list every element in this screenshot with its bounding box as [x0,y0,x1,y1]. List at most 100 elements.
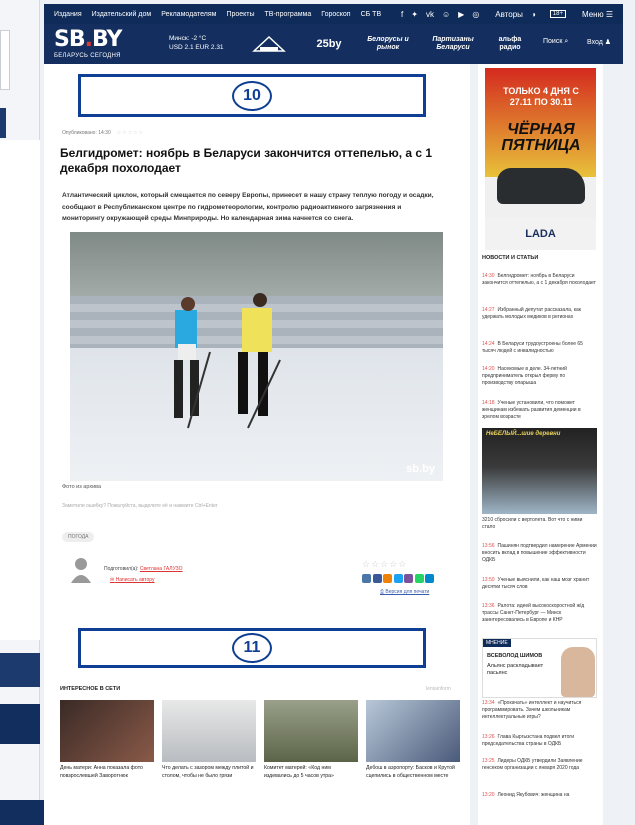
news-text: Ралота: идеей высокоскоростной ж/д трасс… [482,603,585,624]
news-item[interactable]: 13:25 Лидеры ОДКБ утвердили Заявление ген… [482,758,597,772]
news-item[interactable]: 13:56 Пашинян подтвердил намерение Армени… [482,543,597,565]
partner-belorusy[interactable]: Белорусы и рынок [362,30,414,58]
news-text: Ученые установили, что поможет женщинам … [482,400,581,421]
print-version-link[interactable]: ⎙ Версия для печати [380,589,429,595]
nav-item-publishing-house[interactable]: Издательский дом [92,11,152,18]
news-item[interactable]: 13:36 Ралота: идеей высокоскоростной ж/д … [482,603,597,625]
background-block [0,30,10,90]
partner-25by[interactable]: 25by [309,30,349,58]
network-card[interactable]: Что делать с зазором между плитой и стол… [162,700,256,780]
news-text: Лидеры ОДКБ утвердили Заявление генсеком… [482,758,583,772]
share-twitter-icon[interactable] [393,574,403,583]
sidebar-photo[interactable]: НеБЕЛЫЙ...шие деревни [482,428,597,514]
partner-emblem[interactable] [249,30,289,58]
news-item[interactable]: 13:50 Ученые выяснили, как наш мозг храни… [482,577,597,591]
theme-toggle-icon[interactable]: ◑ [531,10,536,19]
vk-icon[interactable]: vk [426,10,434,19]
article-rating-icon[interactable]: ☆☆☆☆☆ [362,559,407,570]
ad-banner-top[interactable]: 10 [78,74,426,117]
nav-item-tv-program[interactable]: ТВ-программа [265,11,312,18]
author-avatar [70,557,92,583]
news-item[interactable]: 3210 сбросили с вертолета. Вот что с ним… [482,517,597,531]
news-text: Белгидромет: ноябрь в Беларуси закончитс… [482,273,596,287]
ad-banner-bottom[interactable]: 11 [78,628,426,668]
twitter-icon[interactable]: ✦ [411,10,418,19]
menu-button[interactable]: Меню ☰ [582,10,613,19]
background-block [0,108,6,138]
youtube-icon[interactable]: ▶ [458,10,464,19]
banner-number: 10 [232,80,272,111]
news-time: 14:18 [482,400,495,406]
network-card-image [162,700,256,762]
share-facebook-icon[interactable] [372,574,382,583]
news-item[interactable]: 14:30 Белгидромет: ноябрь в Беларуси зако… [482,273,597,287]
sidebar-ad-lada[interactable]: ТОЛЬКО 4 ДНЯ С 27.11 ПО 30.11 ЧЁРНАЯ ПЯТ… [485,68,596,250]
login-label: Вход [587,39,603,46]
error-report-note: Заметили ошибку? Пожалуйста, выделите её… [62,503,218,509]
site-logo[interactable]: SB.BY [54,27,122,52]
news-time: 13:20 [482,792,495,798]
news-time: 14:24 [482,341,495,347]
partner-alfa-radio[interactable]: альфа радио [488,30,532,58]
authors-link[interactable]: Авторы [495,10,523,19]
network-card[interactable]: Комитет матерей: «Код ним издевались до … [264,700,358,780]
news-time: 13:34 [482,700,495,706]
news-item[interactable]: 13:20 Леонид Якубович: женщина на [482,792,597,799]
network-heading: ИНТЕРЕСНОЕ В СЕТИ [60,686,121,692]
network-card[interactable]: Дебош в аэропорту: Басков и Крутой сцепи… [366,700,460,780]
opinion-author-photo [561,647,595,697]
write-author-link[interactable]: ✉ Написать автору [110,577,155,583]
login-button[interactable]: Вход ♟ [587,38,611,46]
nav-item-horoscope[interactable]: Гороскоп [321,11,350,18]
news-text: Ученые выяснили, как наш мозг хранит дес… [482,577,590,591]
share-vk-icon[interactable] [362,574,371,583]
article-lead: Атлантический циклон, который смещается … [62,192,434,222]
network-card[interactable]: День матери: Анна показала фото повзросл… [60,700,154,780]
share-telegram-icon[interactable] [425,574,434,583]
nav-item-sb-tv[interactable]: СБ ТВ [361,11,382,18]
facebook-icon[interactable]: f [401,10,403,19]
news-text: Избранный депутат рассказала, как удержа… [482,307,581,321]
news-text: 3210 сбросили с вертолета. Вот что с ним… [482,517,583,531]
news-text: «Прокачать» интеллект и научиться програ… [482,700,582,721]
age-rating-badge: 18+ [549,10,566,18]
news-item[interactable]: 14:20 Насекомые в деле. 34-летний предпри… [482,366,597,388]
tag-weather[interactable]: ПОГОДА [62,532,95,542]
news-time: 13:56 [482,543,495,549]
opinion-quote: Альянс раскладывает пасьянс [487,663,544,676]
news-time: 13:25 [482,758,495,764]
publish-date: Опубликовано: 14:30 [62,130,111,136]
news-item[interactable]: 13:26 Глава Кыргызстана подвел итоги пред… [482,734,597,748]
opinion-label: МНЕНИЕ [483,639,511,647]
search-button[interactable]: Поиск ⌕ [543,38,568,46]
news-item[interactable]: 13:34 «Прокачать» интеллект и научиться п… [482,700,597,722]
share-whatsapp-icon[interactable] [414,574,424,583]
nav-item-projects[interactable]: Проекты [226,11,254,18]
news-item[interactable]: 14:27 Избранный депутат рассказала, как у… [482,307,597,321]
skiers-figures [174,293,281,429]
network-card-text: Дебош в аэропорту: Басков и Крутой сцепи… [366,765,455,779]
share-viber-icon[interactable] [404,574,413,583]
weather-widget: Минск: -2 °C USD 2.1 EUR 2.31 [169,34,224,52]
banner-number: 11 [232,633,272,663]
odnoklassniki-icon[interactable]: ☺ [442,10,450,19]
partner-partizany[interactable]: Партизаны Беларуси [422,30,484,58]
share-buttons [362,574,434,583]
ad-dates: ТОЛЬКО 4 ДНЯ С 27.11 ПО 30.11 [503,86,579,107]
logo-subtitle: БЕЛАРУСЬ СЕГОДНЯ [54,53,121,59]
author-name-link[interactable]: Светлана ГАЛУЗО [140,566,183,572]
news-item[interactable]: 14:18 Ученые установили, что поможет женщ… [482,400,597,422]
nav-item-izdaniya[interactable]: Издания [54,11,82,18]
rating-stars-icon[interactable]: ☆☆☆☆☆ [117,130,144,136]
author-info: Подготовил(а): Светлана ГАЛУЗО [104,566,183,572]
news-item[interactable]: 14:24 В Беларуси трудоустроены более 65 т… [482,341,597,355]
instagram-icon[interactable]: ◎ [472,10,479,19]
nav-item-advertisers[interactable]: Рекламодателям [161,11,216,18]
opinion-block[interactable]: МНЕНИЕ ВСЕВОЛОД ШИМОВ Альянс раскладывае… [482,638,597,698]
car-image [497,168,585,204]
share-ok-icon[interactable] [383,574,392,583]
publish-info: Опубликовано: 14:30 ☆☆☆☆☆ [62,130,144,136]
sidebar-photo-caption: НеБЕЛЫЙ...шие деревни [486,431,561,437]
social-links: f ✦ vk ☺ ▶ ◎ Авторы ◑ 18+ Меню ☰ [401,10,613,19]
news-text: Пашинян подтвердил намерение Армении вно… [482,543,597,564]
